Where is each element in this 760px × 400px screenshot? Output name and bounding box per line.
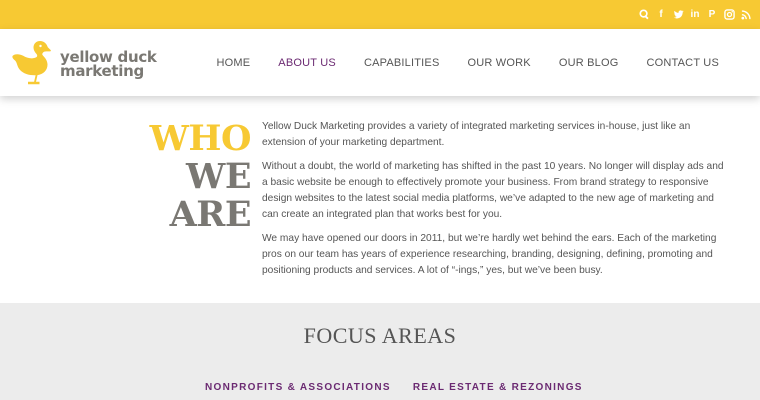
social-links: f in P [638,0,752,29]
facebook-icon[interactable]: f [655,9,667,21]
main-nav: HOME ABOUT US CAPABILITIES OUR WORK OUR … [216,29,760,96]
nav-capabilities[interactable]: CAPABILITIES [364,57,440,69]
nav-contact-us[interactable]: CONTACT US [647,57,720,69]
section-heading: WHO WE ARE [96,118,252,235]
about-paragraph: We may have opened our doors in 2011, bu… [262,233,717,276]
focus-areas-section: FOCUS AREAS NONPROFITS & ASSOCIATIONS RE… [0,303,760,400]
about-paragraph: Without a doubt, the world of marketing … [262,161,724,220]
top-utility-bar: f in P [0,0,760,29]
linkedin-icon[interactable]: in [689,9,701,21]
heading-line-who: WHO [149,118,252,159]
focus-area-nonprofits[interactable]: NONPROFITS & ASSOCIATIONS [205,382,391,393]
logo[interactable]: yellow duck marketing [10,36,175,90]
nav-home[interactable]: HOME [216,57,250,69]
duck-logo-icon [12,41,51,85]
logo-wordmark: yellow duck marketing [60,50,157,80]
focus-area-real-estate[interactable]: REAL ESTATE & REZONINGS [413,382,583,393]
site-header: yellow duck marketing HOME ABOUT US CAPA… [0,29,760,96]
heading-line-we-are: WE ARE [169,156,252,235]
focus-areas-title: FOCUS AREAS [303,323,457,348]
instagram-icon[interactable] [723,9,735,21]
focus-areas-list: NONPROFITS & ASSOCIATIONS REAL ESTATE & … [205,382,583,393]
rss-icon[interactable] [740,9,752,21]
nav-our-work[interactable]: OUR WORK [468,57,531,69]
about-paragraph: Yellow Duck Marketing provides a variety… [262,121,691,148]
nav-our-blog[interactable]: OUR BLOG [559,57,619,69]
logo-line-2: marketing [60,62,144,80]
pinterest-icon[interactable]: P [706,9,718,21]
twitter-icon[interactable] [672,9,684,21]
about-copy: Yellow Duck Marketing provides a variety… [262,119,732,287]
search-icon[interactable] [638,9,650,21]
nav-about-us[interactable]: ABOUT US [278,57,336,69]
